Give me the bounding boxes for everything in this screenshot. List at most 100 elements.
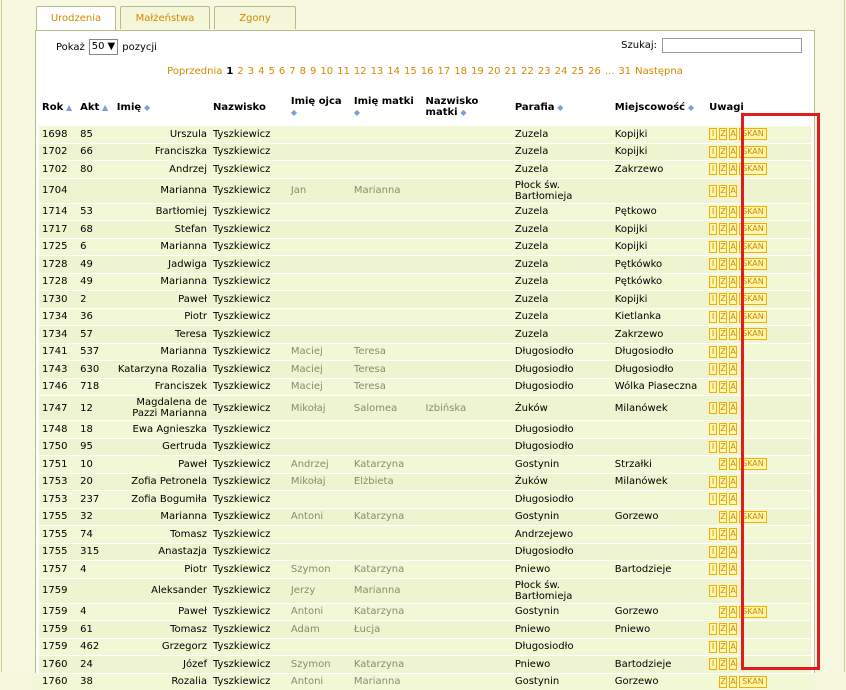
a-icon[interactable]: A [729, 493, 737, 505]
pager-page-5[interactable]: 5 [268, 66, 274, 77]
tab-zgony[interactable]: Zgony [214, 6, 296, 29]
index-icon[interactable]: I [709, 128, 717, 140]
pager-page-3[interactable]: 3 [248, 66, 254, 77]
a-icon[interactable]: A [729, 163, 737, 175]
z-icon[interactable]: Z [719, 328, 727, 340]
a-icon[interactable]: A [729, 563, 737, 575]
index-icon[interactable]: I [709, 206, 717, 218]
a-icon[interactable]: A [729, 241, 737, 253]
a-icon[interactable]: A [729, 585, 737, 597]
index-icon[interactable]: I [709, 658, 717, 670]
z-icon[interactable]: Z [719, 258, 727, 270]
pager-page-25[interactable]: 25 [571, 66, 584, 77]
search-input[interactable] [662, 38, 802, 53]
z-icon[interactable]: Z [719, 206, 727, 218]
pager-page-2[interactable]: 2 [237, 66, 243, 77]
a-icon[interactable]: A [729, 128, 737, 140]
scan-icon[interactable]: SKAN [739, 241, 767, 253]
pager-page-9[interactable]: 9 [310, 66, 316, 77]
pager-page-4[interactable]: 4 [258, 66, 264, 77]
index-icon[interactable]: I [709, 476, 717, 488]
pager-page-19[interactable]: 19 [471, 66, 484, 77]
a-icon[interactable]: A [729, 658, 737, 670]
scan-icon[interactable]: SKAN [739, 458, 767, 470]
index-icon[interactable]: I [709, 258, 717, 270]
a-icon[interactable]: A [729, 258, 737, 270]
pager-page-18[interactable]: 18 [454, 66, 467, 77]
pager-page-22[interactable]: 22 [521, 66, 534, 77]
index-icon[interactable]: I [709, 346, 717, 358]
z-icon[interactable]: Z [719, 585, 727, 597]
scan-icon[interactable]: SKAN [739, 163, 767, 175]
pager-prev[interactable]: Poprzednia [167, 66, 222, 77]
a-icon[interactable]: A [729, 293, 737, 305]
a-icon[interactable]: A [729, 528, 737, 540]
z-icon[interactable]: Z [719, 493, 727, 505]
pager-page-20[interactable]: 20 [488, 66, 501, 77]
z-icon[interactable]: Z [719, 163, 727, 175]
index-icon[interactable]: I [709, 311, 717, 323]
scan-icon[interactable]: SKAN [739, 311, 767, 323]
pager-next[interactable]: Następna [635, 66, 683, 77]
z-icon[interactable]: Z [719, 458, 727, 470]
a-icon[interactable]: A [729, 206, 737, 218]
index-icon[interactable]: I [709, 563, 717, 575]
page-length-select[interactable]: 50▼ [89, 39, 118, 55]
z-icon[interactable]: Z [719, 293, 727, 305]
z-icon[interactable]: Z [719, 546, 727, 558]
index-icon[interactable]: I [709, 276, 717, 288]
pager-page-14[interactable]: 14 [387, 66, 400, 77]
column-header-8[interactable]: Miejscowość ◆ [612, 89, 706, 126]
scan-icon[interactable]: SKAN [739, 293, 767, 305]
column-header-4[interactable]: Imię ojca ◆ [288, 89, 351, 126]
a-icon[interactable]: A [729, 363, 737, 375]
a-icon[interactable]: A [729, 676, 737, 688]
a-icon[interactable]: A [729, 346, 737, 358]
index-icon[interactable]: I [709, 241, 717, 253]
z-icon[interactable]: Z [719, 423, 727, 435]
z-icon[interactable]: Z [719, 146, 727, 158]
pager-page-12[interactable]: 12 [354, 66, 367, 77]
index-icon[interactable]: I [709, 363, 717, 375]
pager-page-16[interactable]: 16 [421, 66, 434, 77]
scan-icon[interactable]: SKAN [739, 206, 767, 218]
index-icon[interactable]: I [709, 293, 717, 305]
a-icon[interactable]: A [729, 423, 737, 435]
index-icon[interactable]: I [709, 381, 717, 393]
a-icon[interactable]: A [729, 328, 737, 340]
z-icon[interactable]: Z [719, 441, 727, 453]
z-icon[interactable]: Z [719, 276, 727, 288]
z-icon[interactable]: Z [719, 658, 727, 670]
index-icon[interactable]: I [709, 402, 717, 414]
pager-page-8[interactable]: 8 [300, 66, 306, 77]
a-icon[interactable]: A [729, 623, 737, 635]
z-icon[interactable]: Z [719, 676, 727, 688]
z-icon[interactable]: Z [719, 511, 727, 523]
z-icon[interactable]: Z [719, 363, 727, 375]
column-header-7[interactable]: Parafia ◆ [512, 89, 612, 126]
z-icon[interactable]: Z [719, 606, 727, 618]
pager-page-13[interactable]: 13 [371, 66, 384, 77]
scan-icon[interactable]: SKAN [739, 606, 767, 618]
column-header-0[interactable]: Rok ▲ [39, 89, 77, 126]
index-icon[interactable]: I [709, 641, 717, 653]
z-icon[interactable]: Z [719, 381, 727, 393]
a-icon[interactable]: A [729, 606, 737, 618]
index-icon[interactable]: I [709, 328, 717, 340]
scan-icon[interactable]: SKAN [739, 223, 767, 235]
a-icon[interactable]: A [729, 146, 737, 158]
pager-page-10[interactable]: 10 [320, 66, 333, 77]
z-icon[interactable]: Z [719, 623, 727, 635]
a-icon[interactable]: A [729, 402, 737, 414]
index-icon[interactable]: I [709, 623, 717, 635]
a-icon[interactable]: A [729, 185, 737, 197]
tab-urodzenia[interactable]: Urodzenia [36, 6, 116, 30]
column-header-5[interactable]: Imię matki ◆ [351, 89, 423, 126]
z-icon[interactable]: Z [719, 476, 727, 488]
index-icon[interactable]: I [709, 528, 717, 540]
pager-page-17[interactable]: 17 [438, 66, 451, 77]
a-icon[interactable]: A [729, 546, 737, 558]
z-icon[interactable]: Z [719, 311, 727, 323]
z-icon[interactable]: Z [719, 528, 727, 540]
z-icon[interactable]: Z [719, 402, 727, 414]
